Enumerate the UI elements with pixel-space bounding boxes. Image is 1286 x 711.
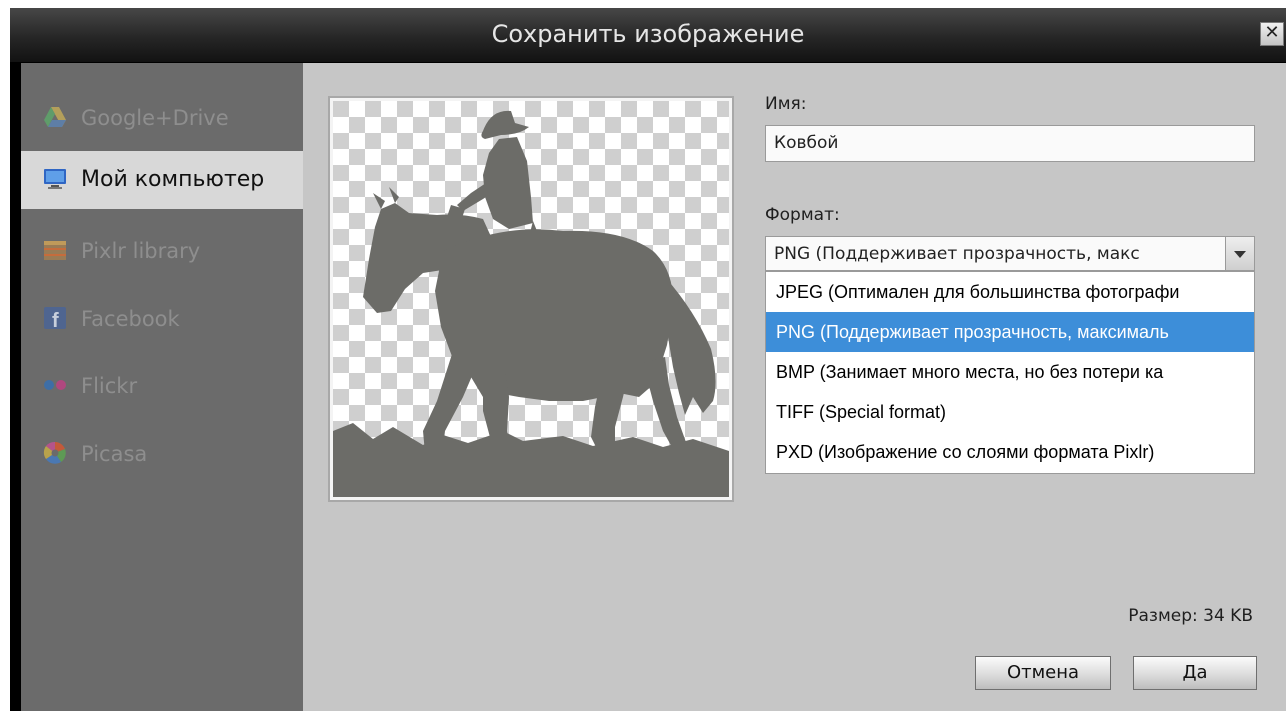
sidebar-item-label: Facebook	[81, 307, 180, 331]
format-select[interactable]: PNG (Поддерживает прозрачность, макс	[765, 236, 1255, 271]
format-label: Формат:	[765, 205, 840, 225]
sidebar-item-label: Мой компьютер	[81, 167, 265, 192]
format-option-jpeg[interactable]: JPEG (Оптимален для большинства фотограф…	[766, 272, 1254, 312]
close-button[interactable]: ✕	[1260, 22, 1284, 46]
dialog-title: Сохранить изображение	[491, 20, 805, 48]
format-dropdown-list: JPEG (Оптимален для большинства фотограф…	[765, 271, 1255, 474]
sidebar-item-google-drive[interactable]: Google+Drive	[21, 89, 303, 147]
name-input[interactable]: Ковбой	[765, 125, 1255, 162]
format-option-tiff[interactable]: TIFF (Special format)	[766, 392, 1254, 432]
sidebar: Google+Drive Мой компьютер Pixlr library	[21, 63, 303, 711]
sidebar-item-label: Pixlr library	[81, 239, 201, 263]
computer-monitor-icon	[44, 169, 66, 189]
chevron-down-icon[interactable]	[1225, 237, 1254, 270]
name-label: Имя:	[765, 94, 807, 114]
cancel-button[interactable]: Отмена	[975, 656, 1111, 690]
file-size-label: Размер: 34 KB	[1128, 606, 1253, 626]
cowboy-silhouette-image	[333, 101, 729, 497]
save-image-dialog: Сохранить изображение ✕ Google+Drive Мой…	[10, 8, 1286, 711]
sidebar-item-label: Picasa	[81, 442, 148, 466]
google-drive-icon	[44, 107, 66, 127]
sidebar-item-flickr[interactable]: Flickr	[21, 357, 303, 415]
ok-button[interactable]: Да	[1133, 656, 1257, 690]
format-option-pxd[interactable]: PXD (Изображение со слоями формата Pixlr…	[766, 432, 1254, 472]
sidebar-item-pixlr-library[interactable]: Pixlr library	[21, 222, 303, 280]
close-icon: ✕	[1264, 22, 1280, 43]
svg-text:f: f	[52, 310, 59, 330]
pixlr-library-icon	[44, 241, 66, 260]
flickr-icon	[44, 380, 66, 390]
sidebar-item-picasa[interactable]: Picasa	[21, 425, 303, 483]
sidebar-item-label: Flickr	[81, 374, 138, 398]
sidebar-item-label: Google+Drive	[81, 106, 229, 130]
format-option-bmp[interactable]: BMP (Занимает много места, но без потери…	[766, 352, 1254, 392]
picasa-icon	[43, 441, 66, 464]
format-option-png[interactable]: PNG (Поддерживает прозрачность, максимал…	[766, 312, 1254, 352]
content-panel: Имя: Ковбой Формат: PNG (Поддерживает пр…	[303, 63, 1286, 711]
facebook-icon: f	[44, 307, 66, 330]
format-selected-value: PNG (Поддерживает прозрачность, макс	[774, 244, 1140, 264]
title-bar[interactable]: Сохранить изображение ✕	[10, 8, 1286, 63]
sidebar-item-my-computer[interactable]: Мой компьютер	[21, 151, 303, 209]
sidebar-item-facebook[interactable]: f Facebook	[21, 290, 303, 348]
image-preview	[328, 96, 734, 502]
